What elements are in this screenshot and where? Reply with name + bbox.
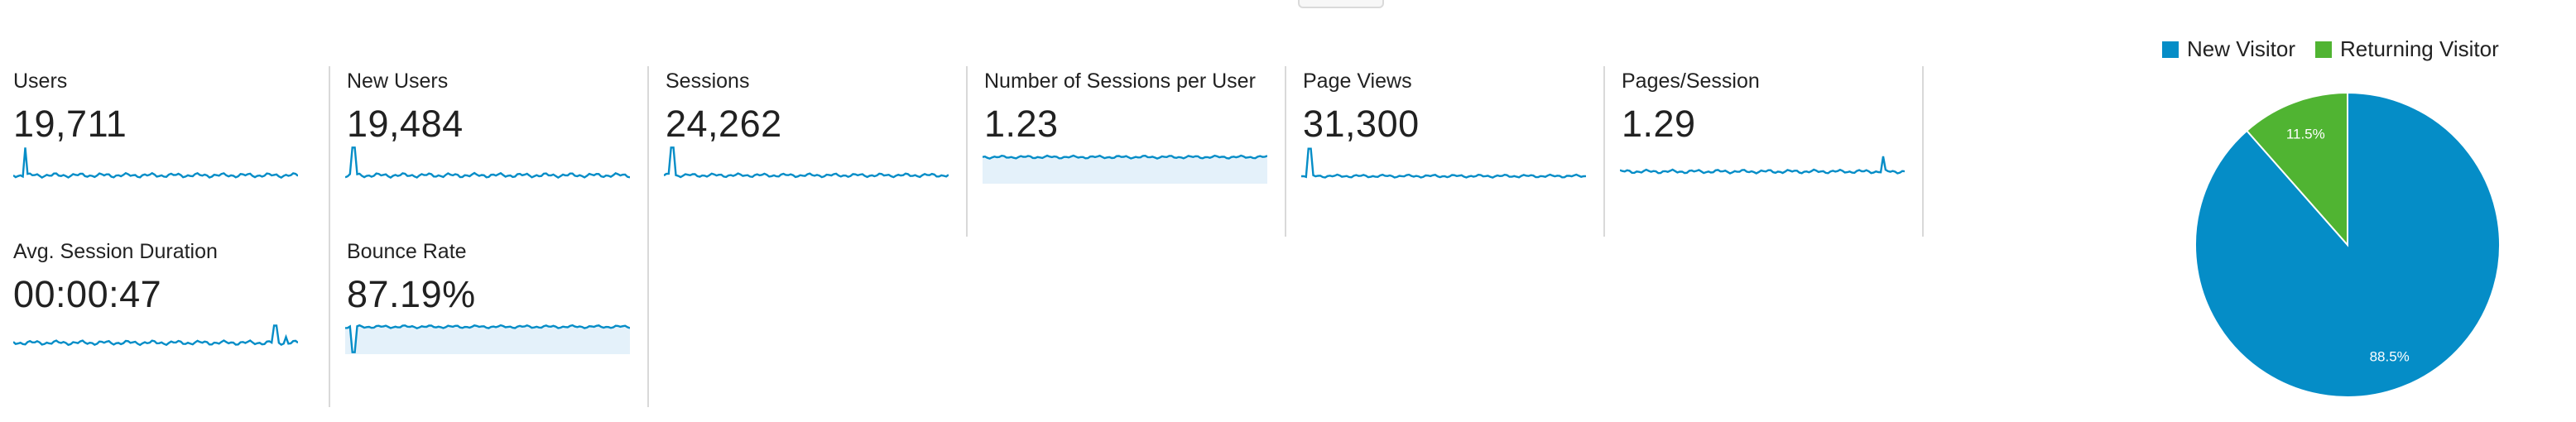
legend-swatch-returning-visitor [2315, 41, 2333, 58]
legend-label: Returning Visitor [2340, 36, 2499, 61]
metrics-grid: Users 19,711 New Users 19,484 Sessions 2… [12, 66, 1924, 407]
sparkline-line [1620, 156, 1905, 175]
pie-legend: New Visitor Returning Visitor [2162, 36, 2519, 62]
metric-label: Avg. Session Duration [13, 240, 218, 263]
metric-sessions-per-user[interactable]: Number of Sessions per User 1.23 [968, 66, 1286, 237]
sparkline [345, 146, 630, 180]
metric-label: Bounce Rate [347, 240, 467, 263]
metric-sessions[interactable]: Sessions 24,262 [649, 66, 968, 237]
sparkline [13, 324, 298, 347]
sparkline [13, 147, 298, 180]
scroll-handle[interactable] [1298, 0, 1384, 8]
metric-value: 24,262 [666, 103, 782, 145]
legend-item-returning-visitor[interactable]: Returning Visitor [2315, 36, 2499, 62]
legend-swatch-new-visitor [2162, 41, 2179, 58]
metric-new-users[interactable]: New Users 19,484 [330, 66, 649, 237]
metric-bounce-rate[interactable]: Bounce Rate 87.19% [330, 237, 649, 407]
sparkline-area [345, 325, 630, 354]
sparkline-line [1301, 147, 1586, 179]
metric-value: 87.19% [347, 273, 476, 315]
metric-page-views[interactable]: Page Views 31,300 [1286, 66, 1605, 237]
metric-value: 31,300 [1303, 103, 1420, 145]
sparkline-line [13, 147, 298, 180]
sparkline-line [664, 146, 949, 179]
audience-overview: Users 19,711 New Users 19,484 Sessions 2… [0, 0, 2576, 422]
metric-label: Users [13, 70, 68, 93]
sparkline [1301, 147, 1586, 179]
metric-pages-per-session[interactable]: Pages/Session 1.29 [1605, 66, 1924, 237]
metric-value: 1.29 [1622, 103, 1696, 145]
sparkline-area [983, 156, 1267, 184]
legend-item-new-visitor[interactable]: New Visitor [2162, 36, 2295, 62]
sparkline-line [13, 324, 298, 347]
visitor-pie-chart: 88.5% 11.5% [2194, 91, 2502, 399]
sparkline [1620, 156, 1905, 175]
metric-value: 19,711 [13, 103, 127, 145]
metric-value: 1.23 [984, 103, 1059, 145]
metric-label: Number of Sessions per User [984, 70, 1256, 93]
metric-avg-session-duration[interactable]: Avg. Session Duration 00:00:47 [12, 237, 330, 407]
sparkline-line [345, 146, 630, 180]
metric-users[interactable]: Users 19,711 [12, 66, 330, 237]
sparkline [983, 154, 1267, 184]
pie-slice-label: 11.5% [2286, 127, 2325, 142]
metric-label: Pages/Session [1622, 70, 1760, 93]
metric-value: 19,484 [347, 103, 464, 145]
sparkline [664, 146, 949, 179]
metric-label: Page Views [1303, 70, 1412, 93]
sparkline [345, 324, 630, 354]
metric-value: 00:00:47 [13, 273, 162, 315]
metric-label: New Users [347, 70, 449, 93]
legend-label: New Visitor [2187, 36, 2296, 61]
metric-label: Sessions [666, 70, 750, 93]
pie-slice-label: 88.5% [2370, 348, 2410, 364]
pie-svg: 88.5% 11.5% [2194, 91, 2501, 398]
